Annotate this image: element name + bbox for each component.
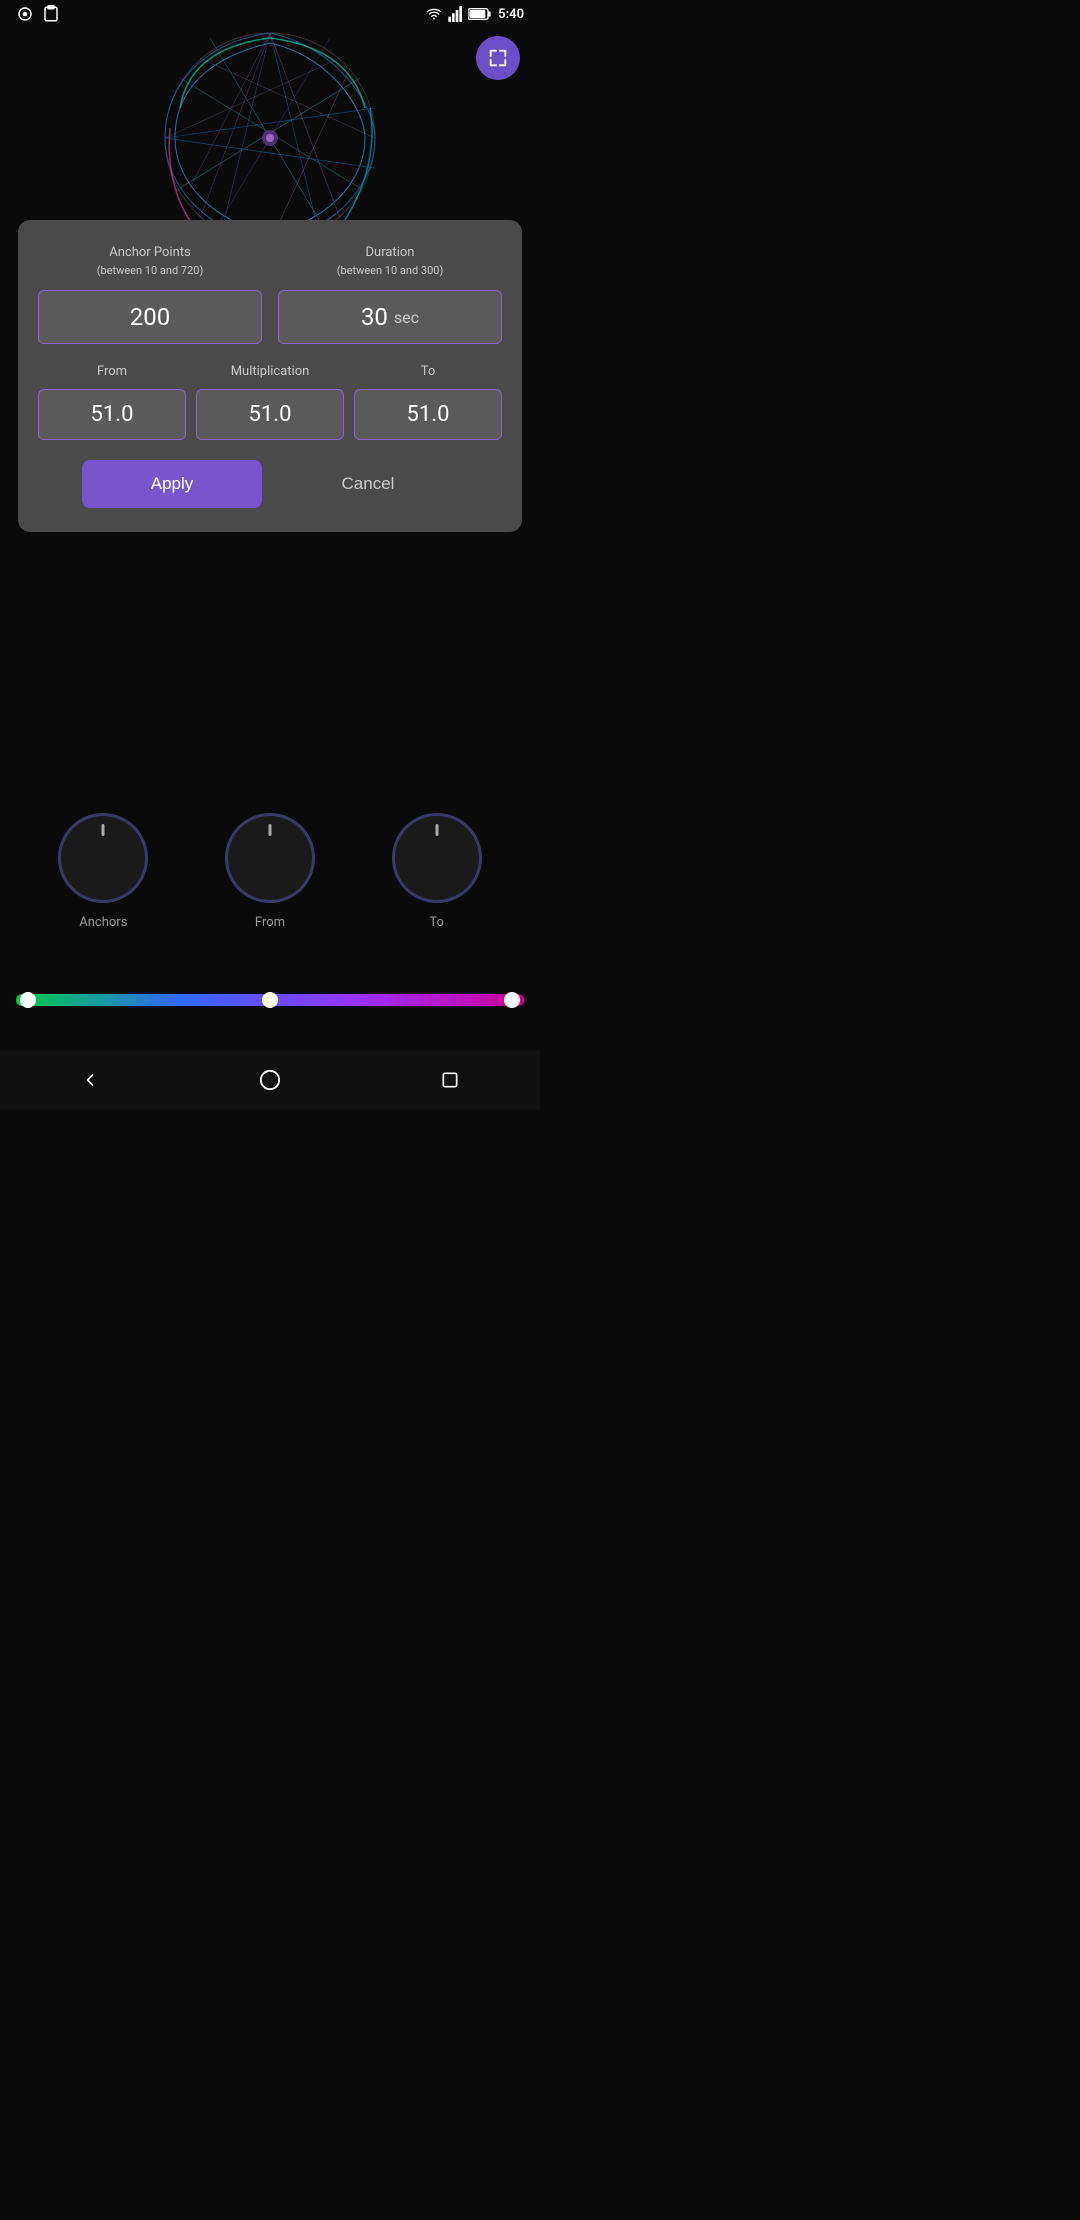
duration-col: Duration (between 10 and 300) 30 sec <box>278 244 502 344</box>
wifi-icon <box>426 6 442 22</box>
status-bar: 5:40 <box>0 0 540 28</box>
from-label: From <box>97 364 127 379</box>
to-knob[interactable] <box>392 813 482 903</box>
to-label: To <box>421 364 436 379</box>
from-knob[interactable] <box>225 813 315 903</box>
modal-row-2: From 51.0 Multiplication 51.0 To 51.0 <box>38 364 502 440</box>
apply-button[interactable]: Apply <box>82 460 262 508</box>
viz-area <box>0 28 540 248</box>
anchor-points-col: Anchor Points (between 10 and 720) 200 <box>38 244 262 344</box>
to-input[interactable]: 51.0 <box>354 389 502 440</box>
from-col: From 51.0 <box>38 364 186 440</box>
gradient-dot-center[interactable] <box>262 992 278 1008</box>
home-button[interactable] <box>248 1058 292 1102</box>
home-icon <box>259 1069 281 1091</box>
nav-bar <box>0 1050 540 1110</box>
gradient-bar[interactable] <box>16 994 524 1006</box>
time-display: 5:40 <box>498 7 524 22</box>
knobs-area: Anchors From To <box>0 813 540 930</box>
gradient-bar-container[interactable] <box>16 990 524 1010</box>
to-knob-container: To <box>392 813 482 930</box>
expand-icon <box>487 47 509 69</box>
back-icon <box>80 1070 100 1090</box>
from-input[interactable]: 51.0 <box>38 389 186 440</box>
modal-buttons: Apply Cancel <box>38 460 502 508</box>
duration-input[interactable]: 30 sec <box>278 290 502 344</box>
gradient-dot-left[interactable] <box>20 992 36 1008</box>
viz-svg <box>160 28 380 248</box>
from-knob-label: From <box>255 915 285 930</box>
status-right-icons: 5:40 <box>426 6 524 22</box>
multiplication-label: Multiplication <box>231 364 310 379</box>
multiplication-input[interactable]: 51.0 <box>196 389 344 440</box>
recents-icon <box>440 1070 460 1090</box>
to-knob-label: To <box>429 915 444 930</box>
anchors-knob-container: Anchors <box>58 813 148 930</box>
duration-label: Duration (between 10 and 300) <box>337 244 444 280</box>
anchor-points-input[interactable]: 200 <box>38 290 262 344</box>
settings-modal: Anchor Points (between 10 and 720) 200 D… <box>18 220 522 532</box>
clipboard-icon <box>42 5 60 23</box>
battery-icon <box>468 7 492 21</box>
from-knob-container: From <box>225 813 315 930</box>
notification-icon <box>16 5 34 23</box>
anchors-knob[interactable] <box>58 813 148 903</box>
to-col: To 51.0 <box>354 364 502 440</box>
back-button[interactable] <box>68 1058 112 1102</box>
spiral-visualization <box>160 28 380 248</box>
status-left-icons <box>16 5 60 23</box>
multiplication-col: Multiplication 51.0 <box>196 364 344 440</box>
signal-icon <box>448 6 462 22</box>
modal-row-1: Anchor Points (between 10 and 720) 200 D… <box>38 244 502 344</box>
anchor-points-label: Anchor Points (between 10 and 720) <box>97 244 204 280</box>
cancel-button[interactable]: Cancel <box>278 460 458 508</box>
anchors-label: Anchors <box>79 915 127 930</box>
expand-button[interactable] <box>476 36 520 80</box>
gradient-dot-right[interactable] <box>504 992 520 1008</box>
recents-button[interactable] <box>428 1058 472 1102</box>
